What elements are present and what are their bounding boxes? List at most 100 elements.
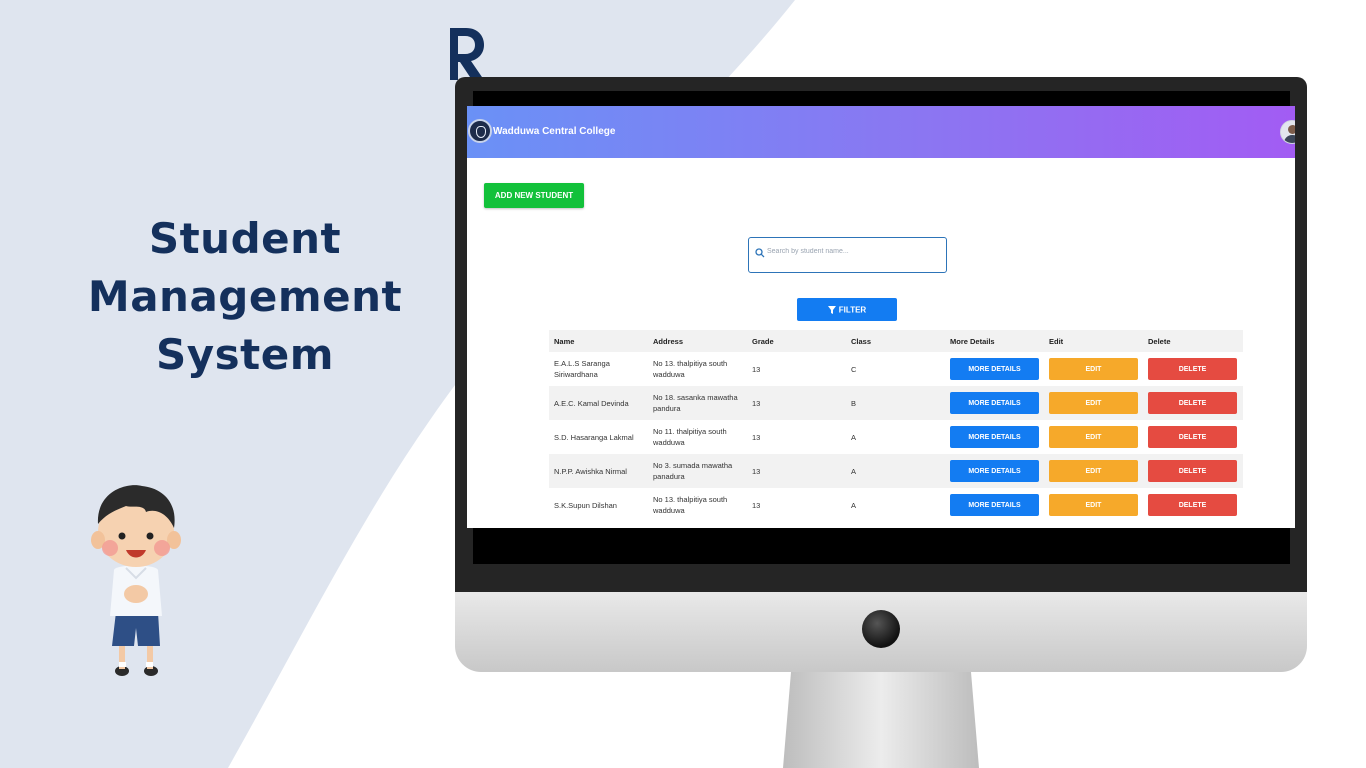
table-row: E.A.L.S Saranga Siriwardhana No 13. thalp… xyxy=(549,352,1243,386)
search-box[interactable] xyxy=(748,237,947,273)
brand-name[interactable]: Wadduwa Central College xyxy=(493,126,615,137)
edit-button[interactable]: EDIT xyxy=(1049,426,1138,448)
more-details-cell: MORE DETAILS xyxy=(945,420,1044,454)
delete-cell: DELETE xyxy=(1143,420,1243,454)
delete-button[interactable]: DELETE xyxy=(1148,392,1237,414)
address-line: wadduwa xyxy=(653,438,685,447)
address-line: panadura xyxy=(653,472,685,481)
avatar-body xyxy=(1284,135,1295,143)
edit-cell: EDIT xyxy=(1044,420,1143,454)
edit-button[interactable]: EDIT xyxy=(1049,494,1138,516)
header-edit: Edit xyxy=(1044,330,1143,352)
header-more-details: More Details xyxy=(945,330,1044,352)
header-delete: Delete xyxy=(1143,330,1243,352)
edit-cell: EDIT xyxy=(1044,454,1143,488)
edit-button[interactable]: EDIT xyxy=(1049,358,1138,380)
student-grade: 13 xyxy=(747,454,846,488)
delete-cell: DELETE xyxy=(1143,386,1243,420)
student-name-line: E.A.L.S Saranga xyxy=(554,359,610,368)
monitor-stand xyxy=(783,672,979,768)
filter-icon xyxy=(827,305,836,314)
student-name: S.D. Hasaranga Lakmal xyxy=(549,420,648,454)
delete-button[interactable]: DELETE xyxy=(1148,494,1237,516)
student-class: C xyxy=(851,364,857,374)
more-details-button[interactable]: MORE DETAILS xyxy=(950,460,1039,482)
more-details-button[interactable]: MORE DETAILS xyxy=(950,392,1039,414)
headline-line-3: System xyxy=(156,330,334,379)
more-details-button[interactable]: MORE DETAILS xyxy=(950,494,1039,516)
search-input[interactable] xyxy=(767,244,937,258)
headline: Student Management System xyxy=(60,210,430,384)
edit-cell: EDIT xyxy=(1044,386,1143,420)
edit-button[interactable]: EDIT xyxy=(1049,392,1138,414)
monitor-logo-button xyxy=(862,610,900,648)
top-navbar: Wadduwa Central College xyxy=(467,106,1295,158)
table-row: N.P.P. Awishka Nirmal No 3. sumada mawat… xyxy=(549,454,1243,488)
student-class: A xyxy=(846,454,945,488)
more-details-cell: MORE DETAILS xyxy=(945,386,1044,420)
delete-button[interactable]: DELETE xyxy=(1148,358,1237,380)
header-class: Class xyxy=(846,330,945,352)
address-line: No 13. thalpitiya south xyxy=(653,359,728,368)
address-line: pandura xyxy=(653,404,681,413)
search-icon xyxy=(755,248,765,258)
headline-line-1: Student xyxy=(148,214,342,263)
header-address: Address xyxy=(648,330,747,352)
app-screen: Wadduwa Central College ADD NEW STUDENT … xyxy=(467,106,1295,528)
student-grade: 13 xyxy=(752,500,761,510)
address-line: No 3. sumada mawatha xyxy=(653,461,733,470)
add-new-student-button[interactable]: ADD NEW STUDENT xyxy=(484,183,584,208)
student-character-illustration xyxy=(91,485,181,676)
table-header-row: Name Address Grade Class More Details Ed… xyxy=(549,330,1243,352)
student-grade: 13 xyxy=(752,364,761,374)
promo-canvas: Student Management System Wadduwa Centra… xyxy=(0,0,1366,768)
more-details-cell: MORE DETAILS xyxy=(945,352,1044,386)
address-line: wadduwa xyxy=(653,506,685,515)
header-name: Name xyxy=(549,330,648,352)
student-address: No 11. thalpitiya south wadduwa xyxy=(648,420,747,454)
student-name-line: Siriwardhana xyxy=(554,370,598,379)
address-line: No 18. sasanka mawatha xyxy=(653,393,738,402)
filter-button[interactable]: FILTER xyxy=(797,298,897,321)
student-class: A xyxy=(851,432,857,442)
avatar-head xyxy=(1288,125,1295,134)
student-name: E.A.L.S Saranga Siriwardhana xyxy=(549,352,648,386)
delete-cell: DELETE xyxy=(1143,488,1243,522)
table-row: S.K.Supun Dilshan No 13. thalpitiya sout… xyxy=(549,488,1243,522)
edit-button[interactable]: EDIT xyxy=(1049,460,1138,482)
address-line: wadduwa xyxy=(653,370,685,379)
header-grade: Grade xyxy=(747,330,846,352)
address-line: No 13. thalpitiya south xyxy=(653,495,728,504)
table-row: A.E.C. Kamal Devinda No 18. sasanka mawa… xyxy=(549,386,1243,420)
student-address: No 13. thalpitiya south wadduwa xyxy=(648,352,747,386)
delete-button[interactable]: DELETE xyxy=(1148,460,1237,482)
student-name: N.P.P. Awishka Nirmal xyxy=(549,454,648,488)
student-address: No 13. thalpitiya south wadduwa xyxy=(648,488,747,522)
student-class: A xyxy=(851,500,857,510)
table-row: S.D. Hasaranga Lakmal No 11. thalpitiya … xyxy=(549,420,1243,454)
user-avatar-icon[interactable] xyxy=(1280,120,1295,144)
college-crest-icon[interactable] xyxy=(468,119,492,143)
edit-cell: EDIT xyxy=(1044,488,1143,522)
filter-button-label: FILTER xyxy=(838,305,867,315)
student-name-line: N.P.P. Awishka Nirmal xyxy=(554,466,627,476)
students-table: Name Address Grade Class More Details Ed… xyxy=(549,330,1243,522)
student-class: B xyxy=(846,386,945,420)
brand-logo-icon xyxy=(450,28,484,80)
delete-button[interactable]: DELETE xyxy=(1148,426,1237,448)
student-address: No 18. sasanka mawatha pandura xyxy=(648,386,747,420)
student-name-line: S.D. Hasaranga Lakmal xyxy=(554,432,634,442)
student-grade: 13 xyxy=(747,386,846,420)
student-name: A.E.C. Kamal Devinda xyxy=(549,386,648,420)
edit-cell: EDIT xyxy=(1044,352,1143,386)
headline-line-2: Management xyxy=(87,272,403,321)
student-address: No 3. sumada mawatha panadura xyxy=(648,454,747,488)
more-details-cell: MORE DETAILS xyxy=(945,488,1044,522)
delete-cell: DELETE xyxy=(1143,454,1243,488)
more-details-button[interactable]: MORE DETAILS xyxy=(950,358,1039,380)
more-details-button[interactable]: MORE DETAILS xyxy=(950,426,1039,448)
student-name-line: A.E.C. Kamal Devinda xyxy=(554,398,629,408)
more-details-cell: MORE DETAILS xyxy=(945,454,1044,488)
address-line: No 11. thalpitiya south xyxy=(653,427,727,436)
delete-cell: DELETE xyxy=(1143,352,1243,386)
